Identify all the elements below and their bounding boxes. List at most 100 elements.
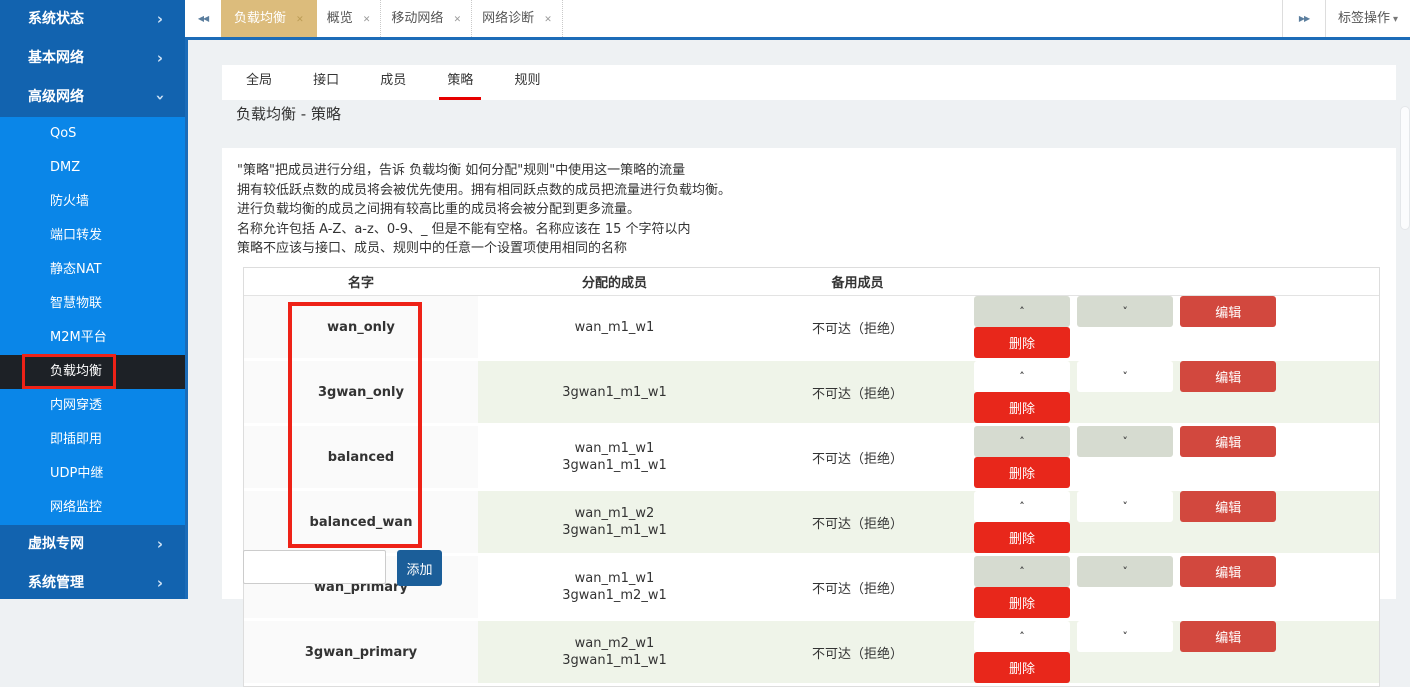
move-up-button[interactable]: ˄	[974, 621, 1070, 652]
tab-operations-dropdown[interactable]: 标签操作▾	[1325, 0, 1410, 37]
chevron-down-icon: ›	[157, 78, 163, 117]
sidebar-item-label: 系统管理	[28, 575, 84, 591]
member-line: wan_m1_w1	[478, 440, 751, 457]
move-down-button[interactable]: ˅	[1077, 621, 1173, 652]
sidebar-submenu: QoS DMZ 防火墙 端口转发 静态NAT 智慧物联 M2M平台 负载均衡 内…	[0, 117, 185, 525]
subtab-rule[interactable]: 规则	[506, 65, 548, 100]
tab-label: 网络诊断	[482, 11, 534, 26]
policy-actions: ˄ ˅ 编辑 删除	[964, 491, 1379, 556]
sidebar-item-udp-relay[interactable]: UDP中继	[0, 457, 185, 491]
edit-button[interactable]: 编辑	[1180, 426, 1276, 457]
sidebar-item-dmz[interactable]: DMZ	[0, 151, 185, 185]
scrollbar-thumb[interactable]	[1400, 106, 1410, 230]
sidebar-item-firewall[interactable]: 防火墙	[0, 185, 185, 219]
move-down-button[interactable]: ˅	[1077, 296, 1173, 327]
policy-actions: ˄ ˅ 编辑 删除	[964, 426, 1379, 491]
move-up-button[interactable]: ˄	[974, 361, 1070, 392]
sidebar-item-intranet-penetration[interactable]: 内网穿透	[0, 389, 185, 423]
subtab-policy[interactable]: 策略	[439, 65, 481, 100]
chevron-right-icon: ›	[157, 39, 163, 78]
sidebar-item-qos[interactable]: QoS	[0, 117, 185, 151]
table-row: 3gwan_primary wan_m2_w1 3gwan1_m1_w1 不可达…	[244, 621, 1379, 686]
edit-button[interactable]: 编辑	[1180, 296, 1276, 327]
tab-label: 概览	[327, 11, 353, 26]
sidebar-item-network-monitor[interactable]: 网络监控	[0, 491, 185, 525]
sidebar-item-load-balancing[interactable]: 负载均衡	[0, 355, 185, 389]
delete-button[interactable]: 删除	[974, 652, 1070, 683]
close-icon[interactable]: ✕	[544, 15, 552, 25]
chevron-right-icon: ›	[157, 0, 163, 39]
policy-members: wan_m1_w1 3gwan1_m1_w1	[478, 426, 751, 491]
delete-button[interactable]: 删除	[974, 457, 1070, 488]
policy-backup: 不可达（拒绝）	[751, 426, 964, 491]
delete-button[interactable]: 删除	[974, 587, 1070, 618]
sidebar-item-static-nat[interactable]: 静态NAT	[0, 253, 185, 287]
new-policy-name-input[interactable]	[243, 550, 386, 584]
policy-name: 3gwan_primary	[244, 621, 478, 686]
move-down-button[interactable]: ˅	[1077, 556, 1173, 587]
sidebar-item-basic-network[interactable]: 基本网络 ›	[0, 39, 185, 78]
sidebar-item-port-forward[interactable]: 端口转发	[0, 219, 185, 253]
column-header-members: 分配的成员	[478, 268, 751, 296]
policy-actions: ˄ ˅ 编辑 删除	[964, 296, 1379, 361]
close-icon[interactable]: ✕	[454, 15, 462, 25]
tab-overview[interactable]: 概览 ✕	[317, 0, 382, 37]
move-up-button[interactable]: ˄	[974, 556, 1070, 587]
sidebar-item-m2m-platform[interactable]: M2M平台	[0, 321, 185, 355]
policy-backup: 不可达（拒绝）	[751, 556, 964, 621]
description-line: 进行负载均衡的成员之间拥有较高比重的成员将会被分配到更多流量。	[237, 200, 731, 220]
sidebar-item-vpn[interactable]: 虚拟专网 ›	[0, 525, 185, 564]
table-header-row: 名字 分配的成员 备用成员	[244, 268, 1379, 296]
move-down-button[interactable]: ˅	[1077, 426, 1173, 457]
member-line: 3gwan1_m1_w1	[478, 652, 751, 669]
edit-button[interactable]: 编辑	[1180, 491, 1276, 522]
scroll-tabs-right-button[interactable]: ▶▶	[1282, 0, 1325, 37]
delete-button[interactable]: 删除	[974, 327, 1070, 358]
move-down-button[interactable]: ˅	[1077, 361, 1173, 392]
table-row: balanced_wan wan_m1_w2 3gwan1_m1_w1 不可达（…	[244, 491, 1379, 556]
page-title: 负载均衡 - 策略	[236, 103, 341, 124]
edit-button[interactable]: 编辑	[1180, 361, 1276, 392]
policy-actions: ˄ ˅ 编辑 删除	[964, 556, 1379, 621]
sidebar-item-plug-and-play[interactable]: 即插即用	[0, 423, 185, 457]
description-line: 拥有较低跃点数的成员将会被优先使用。拥有相同跃点数的成员把流量进行负载均衡。	[237, 181, 731, 201]
sidebar-item-smart-iot[interactable]: 智慧物联	[0, 287, 185, 321]
column-header-actions	[964, 268, 1379, 296]
move-up-button[interactable]: ˄	[974, 426, 1070, 457]
sidebar-item-system-management[interactable]: 系统管理 ›	[0, 564, 185, 603]
move-up-button[interactable]: ˄	[974, 296, 1070, 327]
tab-mobile-network[interactable]: 移动网络 ✕	[381, 0, 472, 37]
tab-label: 移动网络	[391, 11, 443, 26]
sidebar-item-system-status[interactable]: 系统状态 ›	[0, 0, 185, 39]
edit-button[interactable]: 编辑	[1180, 621, 1276, 652]
member-line: 3gwan1_m1_w1	[478, 384, 751, 401]
policy-backup: 不可达（拒绝）	[751, 361, 964, 426]
column-header-name: 名字	[244, 268, 478, 296]
scroll-tabs-left-button[interactable]: ◀◀	[185, 0, 221, 37]
close-icon[interactable]: ✕	[296, 15, 304, 25]
sidebar-item-advanced-network[interactable]: 高级网络 ›	[0, 78, 185, 117]
policy-members: wan_m1_w1	[478, 296, 751, 361]
description-line: "策略"把成员进行分组，告诉 负载均衡 如何分配"规则"中使用这一策略的流量	[237, 161, 731, 181]
member-line: 3gwan1_m1_w1	[478, 522, 751, 539]
subtab-interface[interactable]: 接口	[305, 65, 347, 100]
double-chevron-left-icon: ◀◀	[198, 14, 208, 23]
policy-description: "策略"把成员进行分组，告诉 负载均衡 如何分配"规则"中使用这一策略的流量 拥…	[237, 161, 731, 259]
edit-button[interactable]: 编辑	[1180, 556, 1276, 587]
move-up-button[interactable]: ˄	[974, 491, 1070, 522]
tab-network-diagnosis[interactable]: 网络诊断 ✕	[472, 0, 563, 37]
delete-button[interactable]: 删除	[974, 522, 1070, 553]
tabbar-spacer	[563, 0, 1282, 37]
policy-name: balanced_wan	[244, 491, 478, 556]
delete-button[interactable]: 删除	[974, 392, 1070, 423]
column-header-backup: 备用成员	[751, 268, 964, 296]
subtab-member[interactable]: 成员	[372, 65, 414, 100]
policy-members: 3gwan1_m1_w1	[478, 361, 751, 426]
table-row: wan_only wan_m1_w1 不可达（拒绝） ˄ ˅ 编辑 删除	[244, 296, 1379, 361]
close-icon[interactable]: ✕	[363, 15, 371, 25]
table-row: 3gwan_only 3gwan1_m1_w1 不可达（拒绝） ˄ ˅ 编辑 删…	[244, 361, 1379, 426]
move-down-button[interactable]: ˅	[1077, 491, 1173, 522]
subtab-global[interactable]: 全局	[238, 65, 280, 100]
tab-load-balancing[interactable]: 负载均衡 ✕	[221, 0, 317, 37]
add-button[interactable]: 添加	[397, 550, 442, 586]
